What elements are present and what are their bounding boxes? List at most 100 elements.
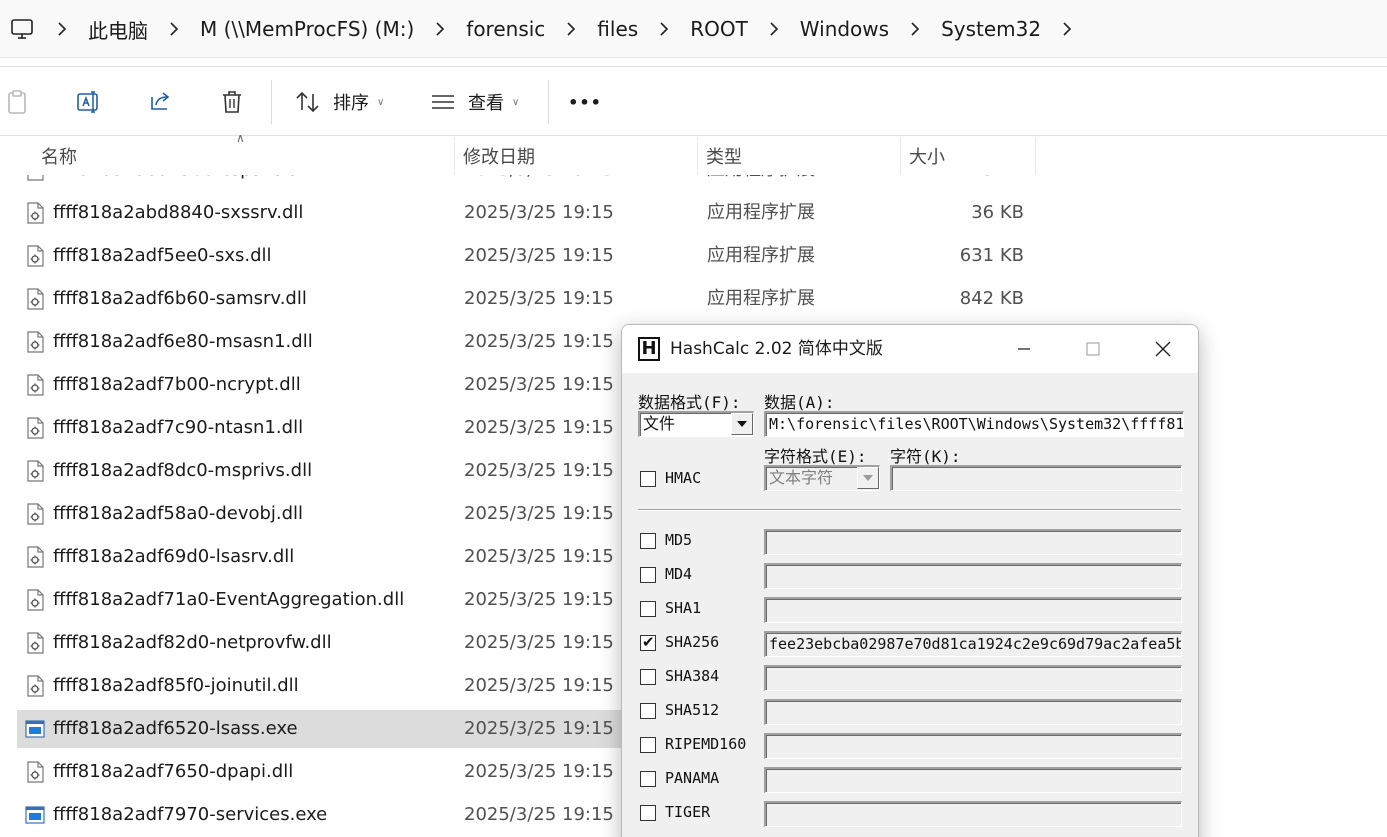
maximize-button[interactable] bbox=[1070, 325, 1116, 373]
dll-file-icon bbox=[27, 503, 44, 525]
dll-file-icon bbox=[27, 288, 44, 310]
file-name: ffff818a2adf71a0-EventAggregation.dll bbox=[53, 589, 405, 610]
dll-file-icon bbox=[27, 417, 44, 439]
data-format-label: 数据格式(F): bbox=[638, 393, 741, 412]
hashcalc-logo-icon: H bbox=[638, 337, 660, 361]
file-name: ffff818a2adf7650-dpapi.dll bbox=[53, 761, 294, 782]
close-icon bbox=[1155, 341, 1171, 357]
ripemd160-checkbox[interactable] bbox=[640, 737, 656, 753]
separator-line bbox=[638, 509, 1181, 511]
sha384-label: SHA384 bbox=[665, 667, 720, 685]
chevron-right-icon[interactable] bbox=[160, 0, 188, 58]
chevron-right-icon[interactable] bbox=[901, 0, 929, 58]
column-name-label: 名称 bbox=[41, 147, 77, 168]
delete-button[interactable] bbox=[214, 67, 250, 137]
hashcalc-window: H HashCalc 2.02 简体中文版 数据格式(F): 文件 数据(A):… bbox=[621, 324, 1199, 837]
ripemd160-result[interactable] bbox=[764, 733, 1182, 759]
breadcrumb-item[interactable]: files bbox=[585, 17, 650, 41]
sha256-checkbox[interactable]: ✔ bbox=[640, 634, 656, 651]
column-name[interactable]: 名称 bbox=[33, 137, 455, 175]
clipboard-icon bbox=[8, 90, 26, 114]
breadcrumb-item[interactable]: System32 bbox=[929, 17, 1053, 41]
sha1-checkbox[interactable] bbox=[640, 601, 656, 617]
column-type-label: 类型 bbox=[706, 147, 742, 168]
breadcrumb-item[interactable]: 此电脑 bbox=[76, 15, 160, 44]
dll-file-icon bbox=[27, 632, 44, 654]
file-name: ffff818a2adf58a0-devobj.dll bbox=[53, 503, 304, 524]
toolbar-separator bbox=[548, 80, 549, 124]
column-type[interactable]: 类型 bbox=[698, 137, 901, 175]
md4-checkbox[interactable] bbox=[640, 567, 656, 583]
key-format-select[interactable]: 文本字符 bbox=[764, 465, 880, 491]
sha1-label: SHA1 bbox=[665, 599, 702, 617]
file-row[interactable]: ffff818a2adf5ee0-sxs.dll 2025/3/25 19:15 应… bbox=[17, 237, 1040, 275]
chevron-right-icon[interactable] bbox=[1053, 0, 1081, 58]
file-date: 2025/3/25 19:15 bbox=[464, 417, 614, 438]
md5-result[interactable] bbox=[764, 529, 1182, 555]
address-bar: 此电脑 M (\\MemProcFS) (M:) forensic files … bbox=[0, 0, 1387, 58]
share-button[interactable] bbox=[142, 67, 178, 137]
panama-checkbox[interactable] bbox=[640, 771, 656, 787]
md5-checkbox[interactable] bbox=[640, 533, 656, 549]
dll-file-icon bbox=[27, 245, 44, 267]
share-icon bbox=[151, 92, 170, 110]
file-date: 2025/3/25 19:15 bbox=[464, 546, 614, 567]
sha512-label: SHA512 bbox=[665, 701, 720, 719]
key-input[interactable] bbox=[890, 465, 1182, 491]
md5-label: MD5 bbox=[665, 531, 693, 549]
chevron-right-icon[interactable] bbox=[760, 0, 788, 58]
file-date: 2025/3/25 19:15 bbox=[464, 460, 614, 481]
breadcrumb-item[interactable]: M (\\MemProcFS) (M:) bbox=[188, 17, 426, 41]
trash-icon bbox=[223, 91, 241, 113]
sha512-checkbox[interactable] bbox=[640, 703, 656, 719]
data-format-select[interactable]: 文件 bbox=[638, 411, 754, 437]
tiger-result[interactable] bbox=[764, 801, 1182, 827]
computer-icon[interactable] bbox=[10, 17, 34, 41]
breadcrumb-item[interactable]: ROOT bbox=[678, 17, 760, 41]
breadcrumb-item[interactable]: forensic bbox=[454, 17, 557, 41]
more-options-button[interactable]: ••• bbox=[566, 67, 604, 137]
file-size: 842 KB bbox=[959, 288, 1024, 309]
breadcrumb-item[interactable]: Windows bbox=[788, 17, 901, 41]
chevron-right-icon[interactable] bbox=[48, 0, 76, 58]
dll-file-icon bbox=[27, 761, 44, 783]
panama-result[interactable] bbox=[764, 767, 1182, 793]
file-date: 2025/3/25 19:15 bbox=[464, 761, 614, 782]
hashcalc-titlebar[interactable]: H HashCalc 2.02 简体中文版 bbox=[622, 325, 1198, 373]
sort-label: 排序 bbox=[333, 93, 369, 114]
file-type: 应用程序扩展 bbox=[707, 202, 815, 223]
data-input[interactable]: M:\forensic\files\ROOT\Windows\System32\… bbox=[764, 411, 1184, 437]
sha1-result[interactable] bbox=[764, 597, 1182, 623]
chevron-down-icon: ∨ bbox=[512, 96, 520, 108]
rename-button[interactable] bbox=[70, 67, 106, 137]
file-size: 631 KB bbox=[959, 245, 1024, 266]
file-row[interactable]: ffff818a2adf6b60-samsrv.dll 2025/3/25 19:… bbox=[17, 280, 1040, 318]
exe-file-icon bbox=[25, 720, 45, 738]
paste-button[interactable] bbox=[0, 67, 34, 137]
sha256-result[interactable]: fee23ebcba02987e70d81ca1924c2e9c69d79ac2… bbox=[764, 631, 1182, 657]
hmac-checkbox[interactable] bbox=[640, 471, 656, 487]
chevron-right-icon[interactable] bbox=[426, 0, 454, 58]
column-header: ∧ 名称 修改日期 类型 大小 bbox=[0, 131, 1387, 175]
command-bar: 排序 ∨ 查看 ∨ ••• bbox=[0, 66, 1387, 136]
minimize-button[interactable] bbox=[1001, 325, 1047, 373]
column-size[interactable]: 大小 bbox=[901, 137, 1036, 175]
dll-file-icon bbox=[27, 460, 44, 482]
sort-button[interactable]: 排序 ∨ bbox=[295, 67, 395, 137]
dll-file-icon bbox=[27, 374, 44, 396]
md4-result[interactable] bbox=[764, 563, 1182, 589]
sha512-result[interactable] bbox=[764, 699, 1182, 725]
column-date[interactable]: 修改日期 bbox=[455, 137, 698, 175]
file-row[interactable]: ffff818a2abd8840-sxssrv.dll 2025/3/25 19:… bbox=[17, 194, 1040, 232]
data-format-value: 文件 bbox=[643, 414, 676, 433]
sha384-result[interactable] bbox=[764, 665, 1182, 691]
file-name: ffff818a2adf69d0-lsasrv.dll bbox=[53, 546, 295, 567]
view-button[interactable]: 查看 ∨ bbox=[430, 67, 530, 137]
dll-file-icon bbox=[27, 589, 44, 611]
chevron-right-icon[interactable] bbox=[650, 0, 678, 58]
key-label: 字符(K): bbox=[890, 447, 961, 466]
sha384-checkbox[interactable] bbox=[640, 669, 656, 685]
tiger-checkbox[interactable] bbox=[640, 805, 656, 821]
close-button[interactable] bbox=[1140, 325, 1186, 373]
chevron-right-icon[interactable] bbox=[557, 0, 585, 58]
